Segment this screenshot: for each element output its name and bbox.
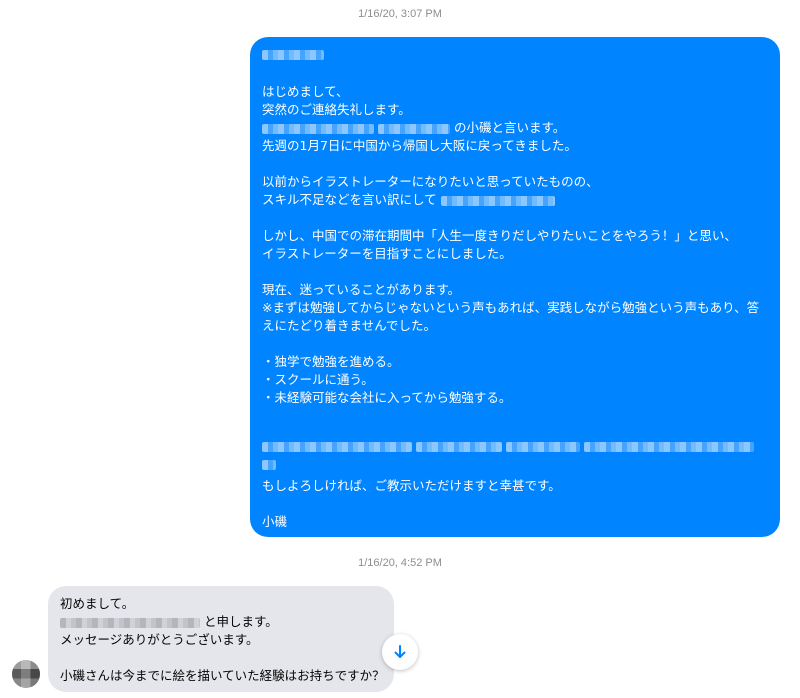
message-line: 現在、迷っていることがあります。 <box>262 282 461 297</box>
message-line: 初めまして。 <box>60 596 135 611</box>
list-item: ・未経験可能な会社に入ってから勉強する。 <box>262 390 512 405</box>
avatar[interactable] <box>12 660 40 688</box>
message-line: イラストレーターを目指すことにしました。 <box>262 246 512 261</box>
message-line: 小磯さんは今までに絵を描いていた経験はお持ちですか？ <box>60 668 385 683</box>
message-text: と申します。 <box>203 614 278 629</box>
message-text: スキル不足などを言い訳にして <box>262 192 437 207</box>
message-line: しかし、中国での滞在期間中「人生一度きりだしやりたいことをやろう！」と思い、 <box>262 228 737 243</box>
list-item: ・スクールに通う。 <box>262 372 374 387</box>
message-line: スキル不足などを言い訳にして <box>262 191 555 209</box>
message-signature: 小磯 <box>262 514 288 529</box>
message-line: 突然のご連絡失礼します。 <box>262 102 411 117</box>
timestamp: 1/16/20, 4:52 PM <box>358 557 442 569</box>
redacted-line <box>262 437 754 455</box>
message-line: ※まずは勉強してからじゃないという声もあれば、実践しながら勉強という声もあり、答 <box>262 300 760 315</box>
redacted-name <box>262 45 324 63</box>
arrow-down-icon <box>392 644 408 660</box>
redacted-text <box>440 195 555 206</box>
redacted-text <box>262 123 374 134</box>
scroll-to-bottom-button[interactable] <box>382 634 418 670</box>
list-item: ・独学で勉強を進める。 <box>262 354 400 369</box>
message-text: の小磯と言います。 <box>453 120 566 135</box>
message-line: の小磯と言います。 <box>262 119 565 137</box>
timestamp: 1/16/20, 3:07 PM <box>358 8 442 20</box>
message-line: 以前からイラストレーターになりたいと思っていたものの、 <box>262 174 599 189</box>
message-line: と申します。 <box>60 613 278 631</box>
incoming-message-bubble[interactable]: 初めまして。 と申します。 メッセージありがとうございます。 小磯さんは今までに… <box>48 586 394 692</box>
redacted-text <box>377 123 450 134</box>
message-line: 先週の1月7日に中国から帰国し大阪に戻ってきました。 <box>262 138 577 153</box>
message-line: えにたどり着きませんでした。 <box>262 318 437 333</box>
redacted-text <box>60 617 200 628</box>
message-line: はじめまして、 <box>262 84 349 99</box>
message-line: もしよろしければ、ご教示いただけますと幸甚です。 <box>262 478 561 493</box>
message-line: メッセージありがとうございます。 <box>60 632 259 647</box>
outgoing-message-bubble[interactable]: はじめまして、 突然のご連絡失礼します。 の小磯と言います。 先週の1月7日に中… <box>250 37 780 537</box>
redacted-line <box>262 455 276 473</box>
